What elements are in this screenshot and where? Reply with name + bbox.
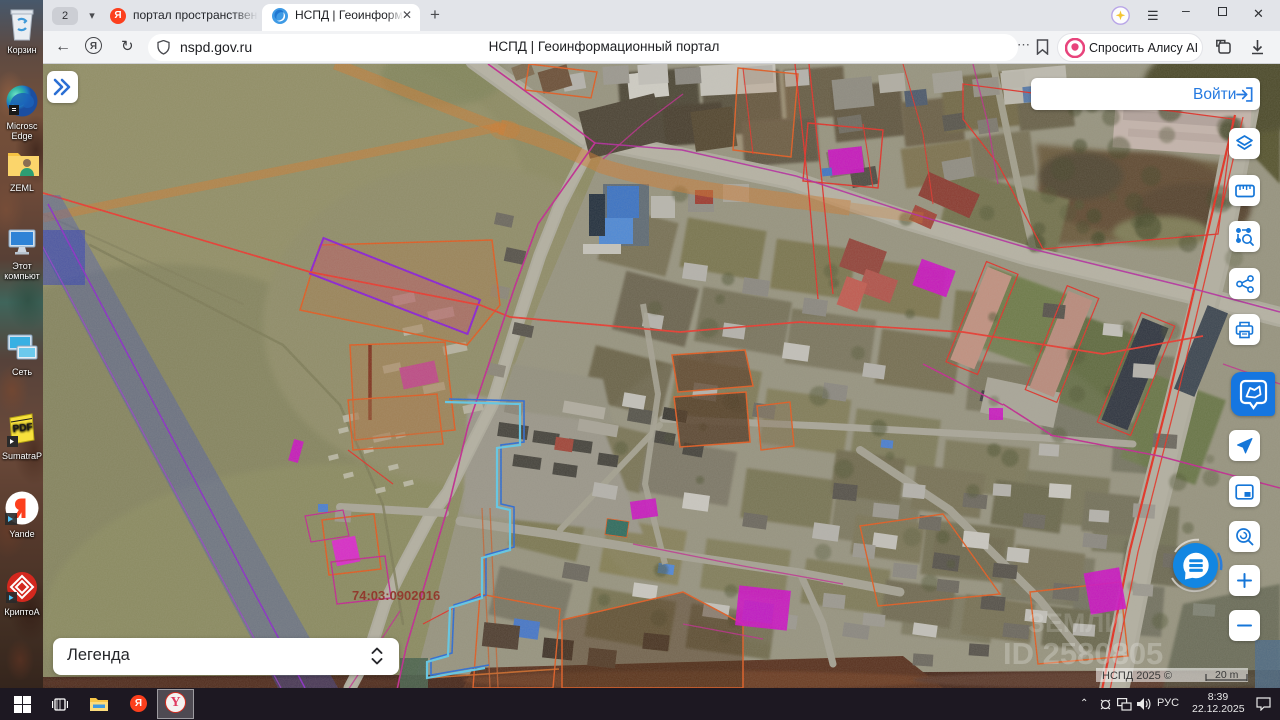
svg-text:НСПД 2025 ©: НСПД 2025 © (1102, 670, 1172, 682)
svg-text:PDF: PDF (12, 422, 33, 435)
svg-text:20 m: 20 m (1215, 669, 1239, 681)
